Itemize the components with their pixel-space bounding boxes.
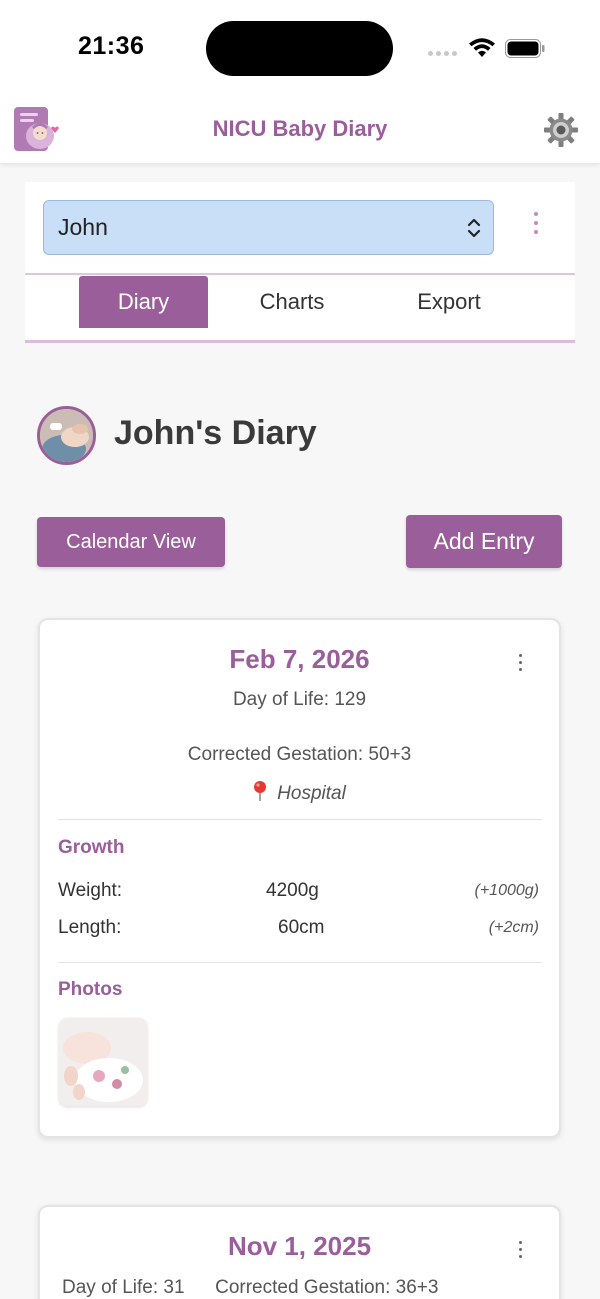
entry-summary-line: Day of Life: 31 Corrected Gestation: 36+… <box>62 1277 438 1299</box>
baby-selector-panel: John Diary Charts Export <box>25 182 575 343</box>
diary-entry-card: Feb 7, 2026 Day of Life: 129 Corrected G… <box>38 618 561 1138</box>
cellular-signal-icon <box>428 51 457 56</box>
entry-corrected-gestation: Corrected Gestation: 36+3 <box>215 1277 439 1298</box>
entry-date: Nov 1, 2025 <box>227 1231 372 1261</box>
length-value: 60cm <box>278 917 325 938</box>
selected-baby-value: John <box>58 214 108 240</box>
entry-date: Feb 7, 2026 <box>229 644 370 674</box>
tab-diary[interactable]: Diary <box>79 276 208 328</box>
app-title: NICU Baby Diary <box>212 116 388 141</box>
diary-title: John's Diary <box>114 414 317 452</box>
app-header: NICU Baby Diary <box>0 92 600 164</box>
tabs-divider-bottom <box>25 340 575 343</box>
battery-icon <box>505 39 545 58</box>
wifi-icon <box>469 38 495 57</box>
growth-section-title: Growth <box>58 837 125 858</box>
entry-location: Hospital <box>40 780 559 805</box>
weight-label: Weight: <box>58 880 123 901</box>
weight-change: (+1000g) <box>474 882 540 899</box>
status-bar: 21:36 <box>0 0 600 92</box>
gear-icon[interactable] <box>543 112 579 148</box>
section-divider <box>58 962 542 963</box>
calendar-view-button[interactable]: Calendar View <box>37 517 225 567</box>
dynamic-island <box>206 21 393 76</box>
entry-day-of-life: Day of Life: 129 <box>232 689 367 710</box>
photo-thumbnail[interactable] <box>59 1018 147 1106</box>
add-entry-button[interactable]: Add Entry <box>406 515 562 568</box>
entry-corrected-gestation: Corrected Gestation: 50+3 <box>187 744 412 765</box>
length-change: (+2cm) <box>488 919 539 936</box>
entry-day-of-life: Day of Life: 31 <box>62 1277 185 1298</box>
entry-options-menu-icon[interactable] <box>514 1241 526 1265</box>
length-label: Length: <box>58 917 122 938</box>
baby-options-menu-icon[interactable] <box>528 212 544 242</box>
location-pin-icon <box>254 781 267 801</box>
baby-avatar[interactable] <box>37 406 96 465</box>
tabs-divider-top <box>25 273 575 275</box>
weight-value: 4200g <box>266 880 319 901</box>
section-divider <box>58 819 542 820</box>
entry-options-menu-icon[interactable] <box>514 654 526 678</box>
chevron-up-down-icon <box>467 218 481 238</box>
diary-entry-card: Nov 1, 2025 Day of Life: 31 Corrected Ge… <box>38 1205 561 1299</box>
entry-location-label: Hospital <box>277 783 346 804</box>
baby-select[interactable]: John <box>43 200 494 255</box>
tab-export[interactable]: Export <box>397 276 501 328</box>
status-time: 21:36 <box>78 32 145 60</box>
photos-section-title: Photos <box>58 979 123 1000</box>
tab-charts[interactable]: Charts <box>240 276 344 328</box>
